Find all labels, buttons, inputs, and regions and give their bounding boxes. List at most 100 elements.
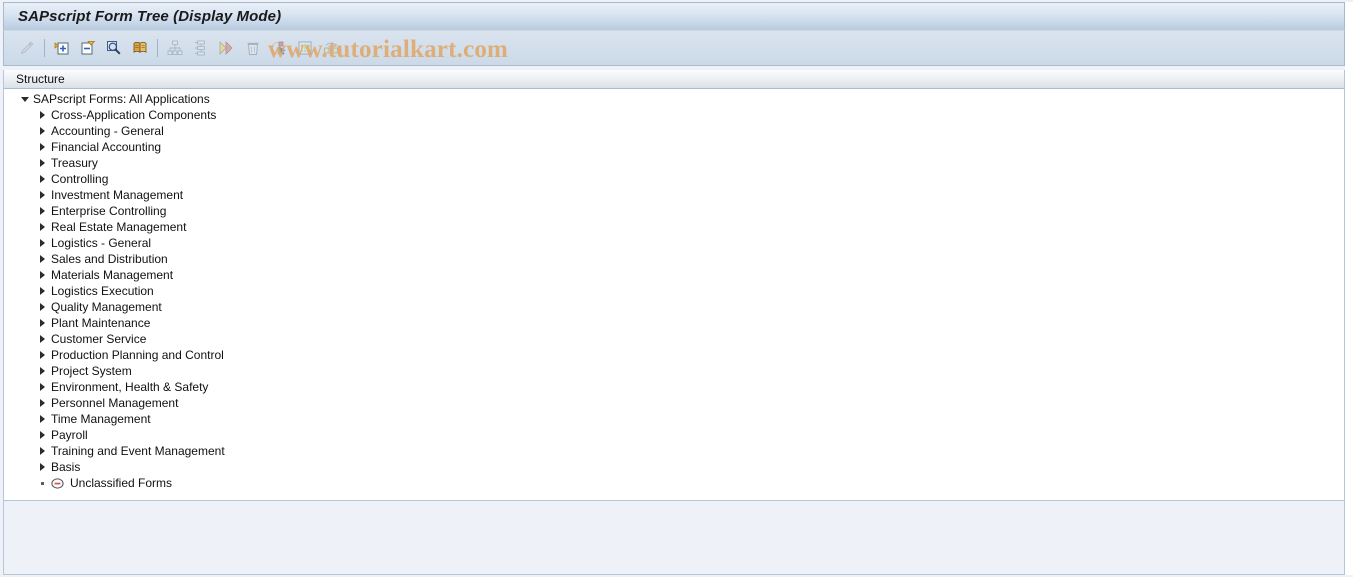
- tree-node-label: Production Planning and Control: [51, 348, 224, 362]
- tree-node-label: Time Management: [51, 412, 151, 426]
- chevron-right-icon[interactable]: [36, 459, 49, 475]
- tree-node-22[interactable]: Basis: [4, 459, 1344, 475]
- tree-node-label: Logistics Execution: [51, 284, 154, 298]
- tree-node-16[interactable]: Project System: [4, 363, 1344, 379]
- tree-node-5[interactable]: Investment Management: [4, 187, 1344, 203]
- tree-node-18[interactable]: Personnel Management: [4, 395, 1344, 411]
- tree-node-label: Logistics - General: [51, 236, 152, 250]
- right-margin-strip: [1345, 2, 1353, 575]
- sapscript-form-tree-window: SAPscript Form Tree (Display Mode) www.t…: [0, 0, 1353, 577]
- tree-node-4[interactable]: Controlling: [4, 171, 1344, 187]
- chevron-right-icon[interactable]: [36, 267, 49, 283]
- next-entry-icon: [214, 35, 240, 61]
- tree-node-2[interactable]: Financial Accounting: [4, 139, 1344, 155]
- chevron-right-icon[interactable]: [36, 107, 49, 123]
- tree-node-label: Sales and Distribution: [51, 252, 168, 266]
- tree-node-8[interactable]: Logistics - General: [4, 235, 1344, 251]
- tree-node-label: Personnel Management: [51, 396, 179, 410]
- display-change-icon: [14, 35, 40, 61]
- tree-body: SAPscript Forms: All Applications Cross-A…: [4, 89, 1344, 491]
- form-document-icon[interactable]: [127, 35, 153, 61]
- table-grid-icon: [292, 35, 318, 61]
- tree-node-13[interactable]: Plant Maintenance: [4, 315, 1344, 331]
- tree-node-label: Materials Management: [51, 268, 174, 282]
- chevron-right-icon[interactable]: [36, 219, 49, 235]
- toolbar-separator: [157, 39, 158, 57]
- tree-root-node[interactable]: SAPscript Forms: All Applications: [4, 91, 1344, 107]
- tree-node-label: Basis: [51, 460, 81, 474]
- tree-node-3[interactable]: Treasury: [4, 155, 1344, 171]
- chevron-right-icon[interactable]: [36, 283, 49, 299]
- tree-node-15[interactable]: Production Planning and Control: [4, 347, 1344, 363]
- chevron-right-icon[interactable]: [36, 299, 49, 315]
- chevron-right-icon[interactable]: [36, 427, 49, 443]
- tree-node-1[interactable]: Accounting - General: [4, 123, 1344, 139]
- chevron-right-icon[interactable]: [36, 315, 49, 331]
- tree-node-label: Training and Event Management: [51, 444, 225, 458]
- tree-node-label: Real Estate Management: [51, 220, 187, 234]
- tree-node-19[interactable]: Time Management: [4, 411, 1344, 427]
- leaf-dot-icon: [36, 475, 49, 491]
- collapse-node-icon[interactable]: [75, 35, 101, 61]
- application-toolbar: [3, 30, 1345, 66]
- toolbar-separator: [44, 39, 45, 57]
- chevron-right-icon[interactable]: [36, 203, 49, 219]
- chevron-right-icon[interactable]: [36, 139, 49, 155]
- tree-node-label: Cross-Application Components: [51, 108, 217, 122]
- structure-icon: [188, 35, 214, 61]
- expand-node-icon[interactable]: [49, 35, 75, 61]
- tree-node-21[interactable]: Training and Event Management: [4, 443, 1344, 459]
- chevron-right-icon[interactable]: [36, 235, 49, 251]
- tree-node-label: Controlling: [51, 172, 109, 186]
- tree-node-12[interactable]: Quality Management: [4, 299, 1344, 315]
- chevron-right-icon[interactable]: [36, 411, 49, 427]
- tree-node-label: Enterprise Controlling: [51, 204, 167, 218]
- chevron-right-icon[interactable]: [36, 251, 49, 267]
- tree-node-23[interactable]: Unclassified Forms: [4, 475, 1344, 491]
- chevron-right-icon[interactable]: [36, 171, 49, 187]
- tree-node-label: Accounting - General: [51, 124, 164, 138]
- chevron-right-icon[interactable]: [36, 443, 49, 459]
- tree-control: Structure SAPscript Forms: All Applicati…: [3, 70, 1345, 500]
- page-title: SAPscript Form Tree (Display Mode): [18, 8, 282, 25]
- tree-column-header[interactable]: Structure: [4, 70, 1344, 89]
- chevron-down-icon[interactable]: [18, 91, 31, 107]
- chevron-right-icon[interactable]: [36, 155, 49, 171]
- hierarchy-icon: [162, 35, 188, 61]
- tree-node-label: Unclassified Forms: [70, 476, 173, 490]
- tree-node-label: Customer Service: [51, 332, 147, 346]
- chevron-right-icon[interactable]: [36, 331, 49, 347]
- delete-trash-icon: [240, 35, 266, 61]
- tree-column-header-label: Structure: [16, 72, 65, 86]
- minus-circle-icon[interactable]: [49, 475, 65, 491]
- tree-node-label: Investment Management: [51, 188, 184, 202]
- tree-node-label: Plant Maintenance: [51, 316, 151, 330]
- tree-node-label: Quality Management: [51, 300, 162, 314]
- chevron-right-icon[interactable]: [36, 363, 49, 379]
- window-title-bar: SAPscript Form Tree (Display Mode): [3, 2, 1345, 30]
- tree-node-label: Financial Accounting: [51, 140, 162, 154]
- tree-node-label: SAPscript Forms: All Applications: [33, 92, 210, 106]
- tree-node-7[interactable]: Real Estate Management: [4, 219, 1344, 235]
- chevron-right-icon[interactable]: [36, 123, 49, 139]
- tree-node-0[interactable]: Cross-Application Components: [4, 107, 1344, 123]
- bottom-empty-pane: [3, 500, 1345, 575]
- tree-node-label: Environment, Health & Safety: [51, 380, 209, 394]
- tree-node-14[interactable]: Customer Service: [4, 331, 1344, 347]
- tree-node-label: Payroll: [51, 428, 88, 442]
- tree-node-label: Project System: [51, 364, 132, 378]
- refresh-swap-icon: [318, 35, 344, 61]
- chevron-right-icon[interactable]: [36, 379, 49, 395]
- chevron-right-icon[interactable]: [36, 347, 49, 363]
- tree-node-20[interactable]: Payroll: [4, 427, 1344, 443]
- tree-node-9[interactable]: Sales and Distribution: [4, 251, 1344, 267]
- select-cursor-icon: [266, 35, 292, 61]
- tree-node-label: Treasury: [51, 156, 98, 170]
- find-icon[interactable]: [101, 35, 127, 61]
- chevron-right-icon[interactable]: [36, 187, 49, 203]
- tree-node-10[interactable]: Materials Management: [4, 267, 1344, 283]
- chevron-right-icon[interactable]: [36, 395, 49, 411]
- tree-node-11[interactable]: Logistics Execution: [4, 283, 1344, 299]
- tree-node-6[interactable]: Enterprise Controlling: [4, 203, 1344, 219]
- tree-node-17[interactable]: Environment, Health & Safety: [4, 379, 1344, 395]
